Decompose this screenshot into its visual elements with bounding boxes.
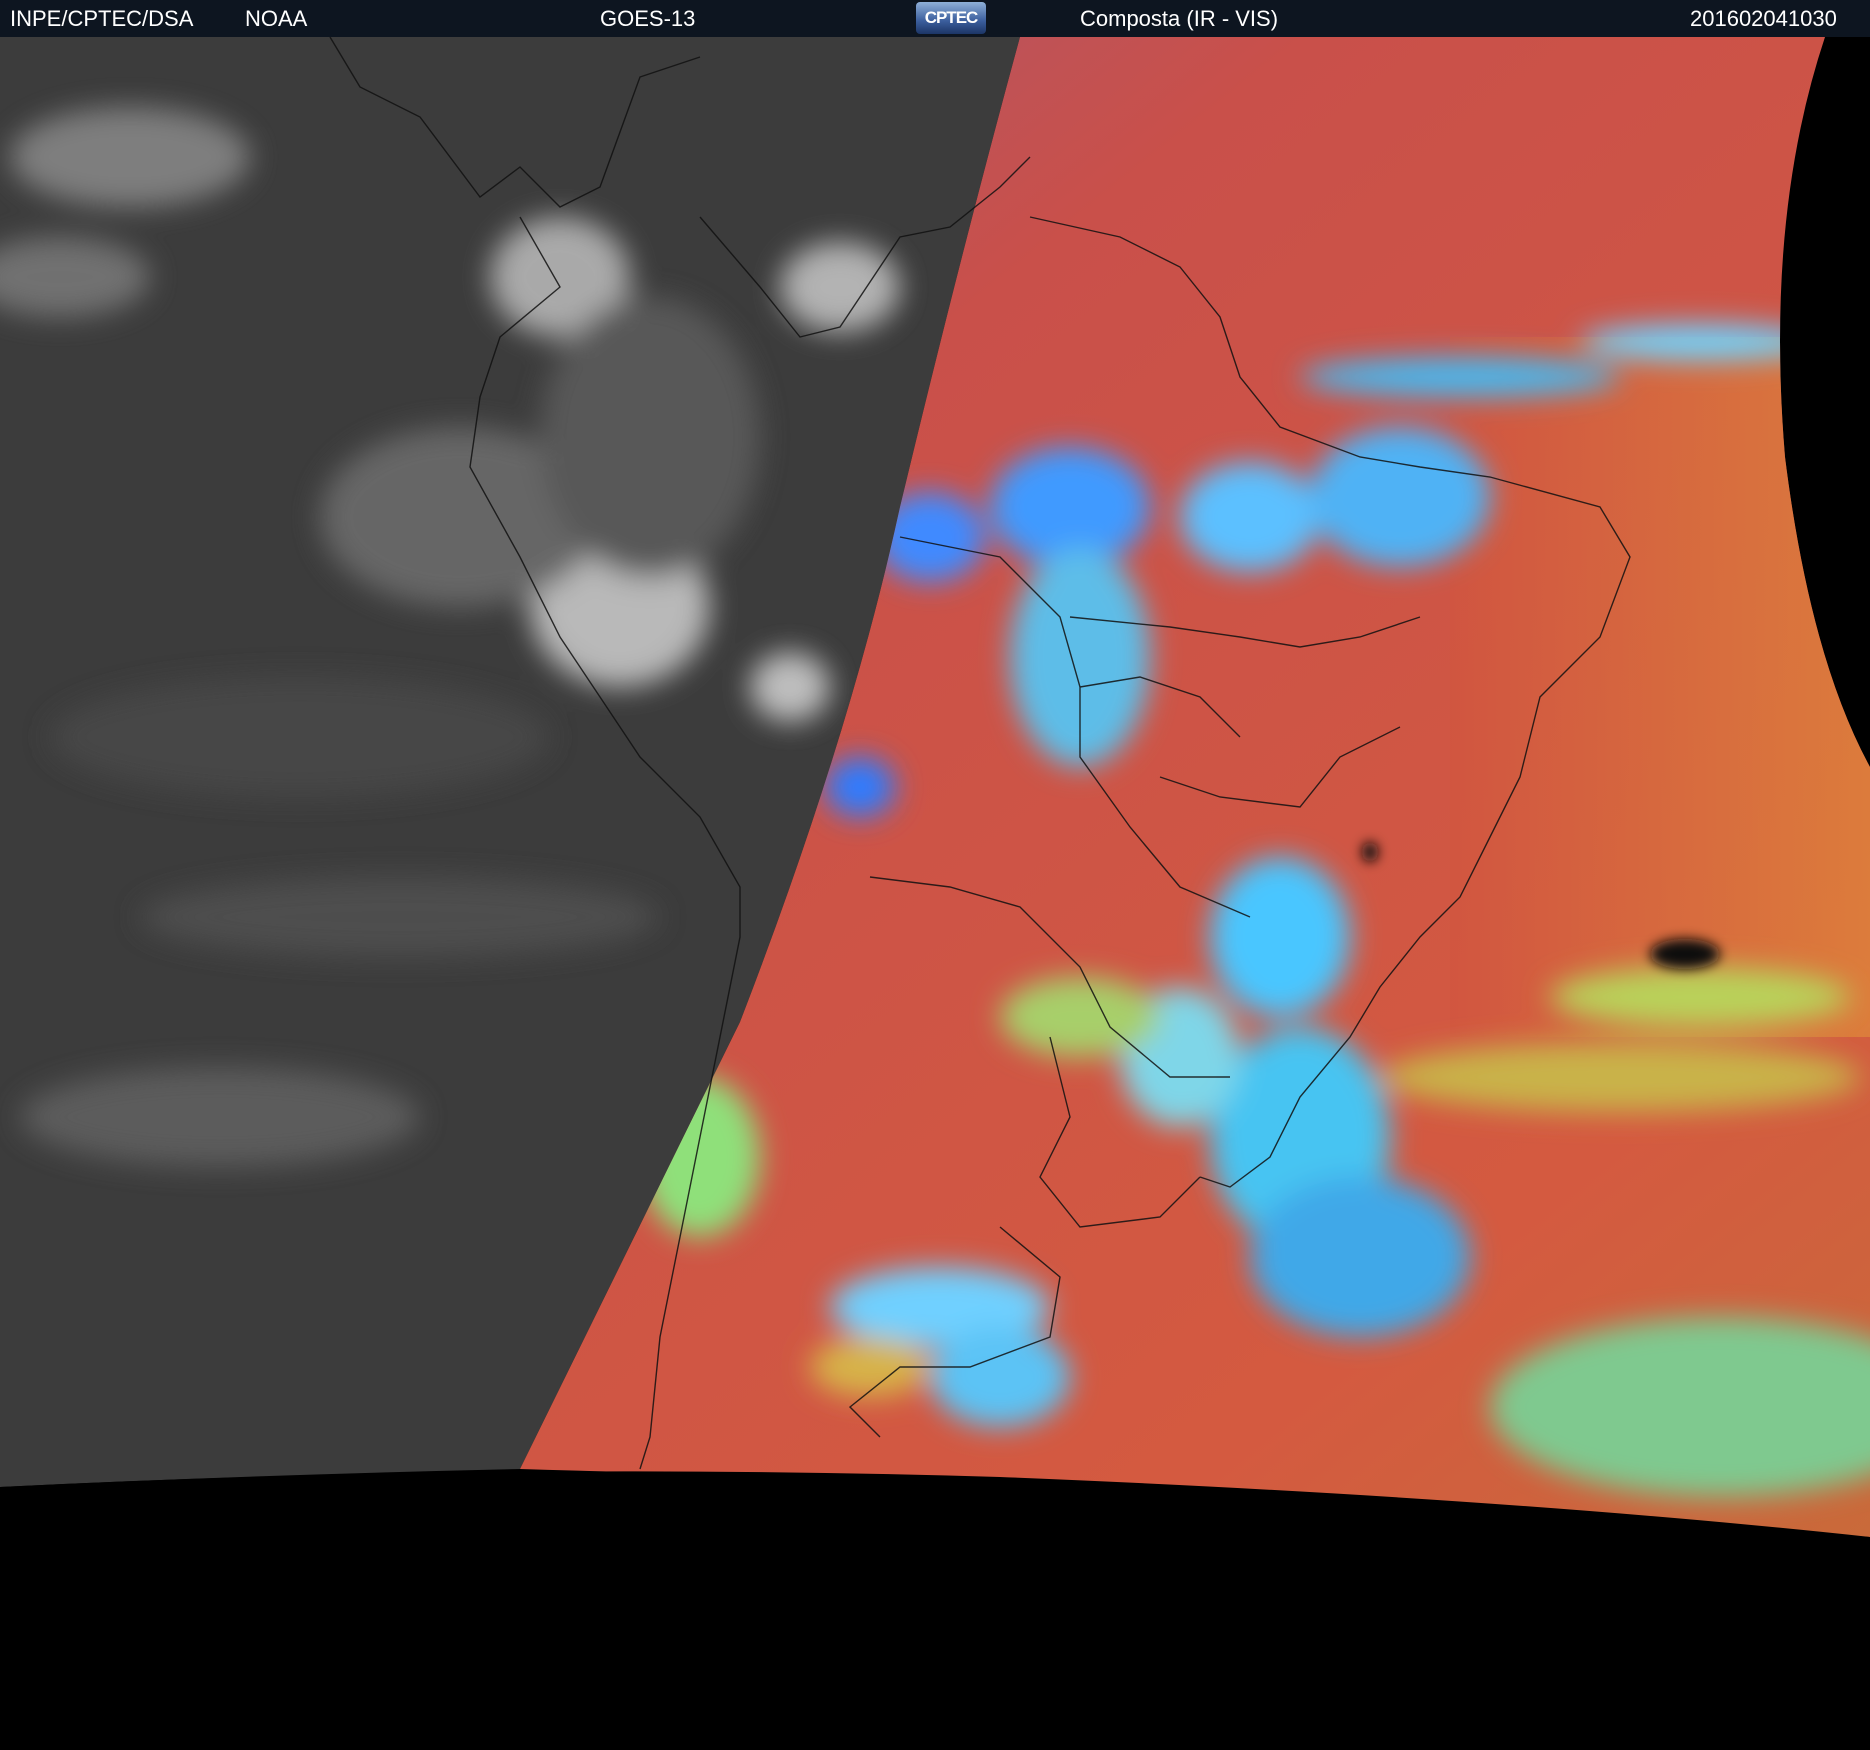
satellite-composite-image xyxy=(0,37,1870,1750)
cptec-logo: CPTEC xyxy=(916,2,986,34)
satellite-label: GOES-13 xyxy=(600,6,696,31)
image-header-bar: INPE/CPTEC/DSA NOAA GOES-13 CPTEC Compos… xyxy=(0,0,1870,37)
timestamp-label: 201602041030 xyxy=(1690,6,1837,31)
source-label: NOAA xyxy=(245,6,308,31)
product-label: Composta (IR - VIS) xyxy=(1080,6,1279,31)
earth-limb-edge xyxy=(0,1471,1870,1750)
agency-label: INPE/CPTEC/DSA xyxy=(10,6,194,31)
